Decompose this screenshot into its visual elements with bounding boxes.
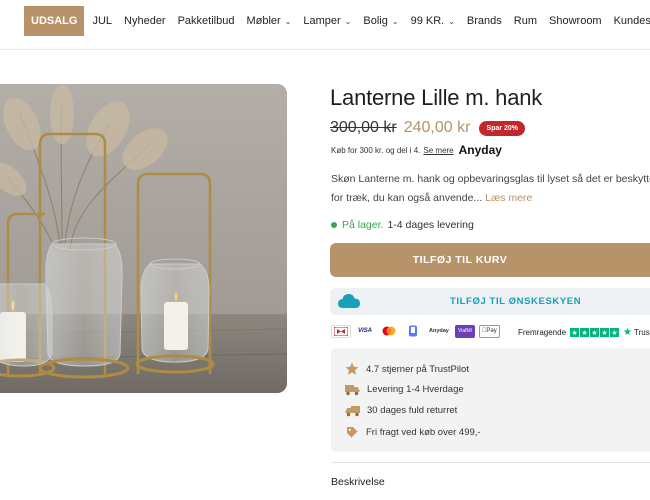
nav-item-label: Pakketilbud (177, 15, 235, 27)
stock-status: På lager. 1-4 dages levering (331, 219, 474, 231)
nav-item-showroom[interactable]: Showroom (543, 6, 608, 36)
free-shipping-icon (347, 427, 358, 438)
payment-methods: VISA Anyday ViaBill  Pay (331, 324, 504, 338)
read-more-link[interactable]: Læs mere (485, 192, 532, 204)
tab-description[interactable]: Beskrivelse (331, 476, 385, 488)
trustpilot-widget[interactable]: Fremragende ★ ★ ★ ★ ★ ★ Trust (518, 327, 650, 338)
chevron-down-icon: ⌄ (391, 16, 399, 26)
nav-item-rum[interactable]: Rum (508, 6, 543, 36)
nav-item-label: Nyheder (124, 15, 166, 27)
nav-item-brands[interactable]: Brands (461, 6, 508, 36)
sale-price: 240,00 kr (403, 119, 471, 136)
old-price: 300,00 kr (330, 119, 397, 136)
nav-item-label: Bolig (363, 15, 388, 27)
main-navigation: UDSALG JUL Nyheder Pakketilbud Møbler ⌄ L… (0, 0, 650, 50)
nav-item-label: 99 KR. (410, 15, 445, 27)
discount-badge: Spar 20% (479, 120, 525, 136)
star-icon: ★ (590, 328, 600, 337)
product-image[interactable] (0, 84, 287, 393)
trustpilot-logo-star-icon: ★ (623, 327, 632, 338)
applepay-icon:  Pay (478, 324, 500, 338)
product-title: Lanterne Lille m. hank (330, 85, 543, 110)
in-stock-dot-icon (331, 222, 337, 228)
add-to-wishlist-button[interactable]: TILFØJ TIL ØNSKESKYEN (330, 288, 650, 315)
usp-item: Levering 1-4 Hverdage (345, 383, 464, 396)
chevron-down-icon: ⌄ (344, 16, 352, 26)
star-icon: ★ (580, 328, 590, 337)
lantern-product-photo (0, 84, 287, 393)
mobilepay-icon (403, 324, 423, 338)
usp-item: 30 dages fuld returret (345, 404, 457, 417)
anyday-see-more-link[interactable]: Se mere (423, 146, 453, 155)
chevron-down-icon: ⌄ (284, 16, 292, 26)
usp-text: 4.7 stjerner på TrustPilot (366, 363, 469, 375)
nav-item-kundeservice[interactable]: Kundeservice (608, 6, 650, 36)
nav-item-lamper[interactable]: Lamper ⌄ (297, 6, 357, 36)
nav-item-udsalg[interactable]: UDSALG (24, 6, 85, 36)
usp-text: Fri fragt ved køb over 499,- (366, 426, 481, 438)
star-icon (345, 362, 359, 375)
anyday-logo: Anyday (458, 143, 502, 157)
anyday-installment-info: Køb for 300 kr. og del i 4. Se mere Anyd… (331, 143, 502, 157)
nav-item-bolig[interactable]: Bolig ⌄ (357, 6, 404, 36)
delivery-time: 1-4 dages levering (387, 219, 474, 231)
nav-items: UDSALG JUL Nyheder Pakketilbud Møbler ⌄ L… (24, 6, 650, 36)
nav-item-label: Showroom (549, 15, 602, 27)
usp-box: 4.7 stjerner på TrustPilot Levering 1-4 … (331, 348, 650, 452)
truck-icon (345, 385, 360, 396)
mastercard-icon (379, 324, 399, 338)
nav-item-99kr[interactable]: 99 KR. ⌄ (405, 6, 461, 36)
nav-item-nyheder[interactable]: Nyheder (118, 6, 172, 36)
nav-item-label: Lamper (303, 15, 341, 27)
usp-text: Levering 1-4 Hverdage (367, 384, 464, 395)
usp-text: 30 dages fuld returret (367, 405, 458, 416)
trustpilot-stars: ★ ★ ★ ★ ★ (570, 328, 620, 337)
add-to-cart-button[interactable]: TILFØJ TIL KURV (330, 243, 650, 277)
visa-icon: VISA (355, 324, 375, 338)
usp-item: 4.7 stjerner på TrustPilot (345, 362, 469, 376)
return-truck-icon (345, 406, 360, 417)
nav-item-label: UDSALG (31, 15, 78, 27)
anyday-icon: Anyday (427, 324, 451, 338)
anyday-text: Køb for 300 kr. og del i 4. (331, 145, 421, 155)
nav-item-jul[interactable]: JUL (86, 6, 118, 36)
nav-item-label: Møbler (246, 15, 281, 27)
cloud-icon (338, 294, 360, 308)
wishlist-label: TILFØJ TIL ØNSKESKYEN (450, 296, 582, 307)
star-icon: ★ (610, 328, 620, 337)
stock-status-text: På lager. (342, 219, 384, 231)
product-short-description: Skøn Lanterne m. hank og opbevaringsglas… (331, 170, 650, 208)
nav-item-mobler[interactable]: Møbler ⌄ (240, 6, 297, 36)
nav-item-pakketilbud[interactable]: Pakketilbud (172, 6, 241, 36)
nav-item-label: Rum (513, 15, 538, 27)
section-divider (331, 462, 650, 463)
nav-item-label: JUL (92, 15, 113, 27)
nav-item-label: Brands (466, 15, 502, 27)
trustpilot-rating-word: Fremragende (518, 328, 567, 337)
applepay-label: Pay (483, 328, 496, 334)
star-icon: ★ (600, 328, 610, 337)
star-icon: ★ (570, 328, 580, 337)
viabill-icon: ViaBill (454, 324, 475, 338)
dankort-icon (331, 324, 351, 338)
chevron-down-icon: ⌄ (448, 16, 455, 26)
trustpilot-brand: Trust (634, 328, 650, 337)
price-row: 300,00 kr 240,00 kr Spar 20% (330, 119, 525, 137)
nav-item-label: Kundeservice (613, 15, 650, 27)
usp-item: Fri fragt ved køb over 499,- (345, 425, 481, 439)
